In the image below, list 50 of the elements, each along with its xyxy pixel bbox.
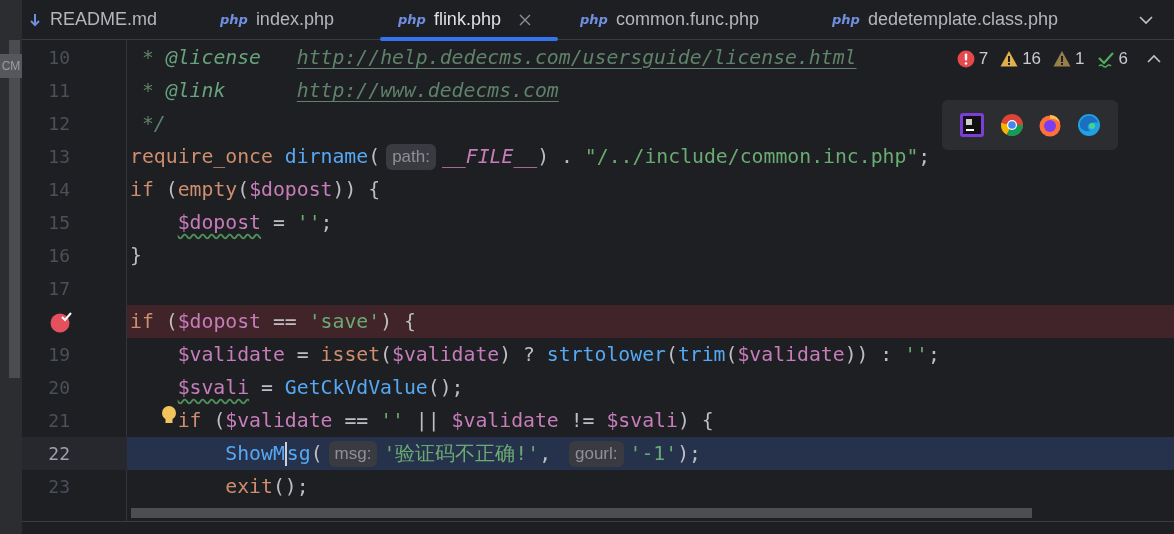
wave-browser-icon[interactable] xyxy=(1076,113,1101,137)
code-text: ShowM xyxy=(225,440,285,467)
code-text: '验证码不正确!', xyxy=(383,440,553,467)
editor-tab[interactable]: php common.func.php xyxy=(562,0,814,40)
code-text: require_once dirname( xyxy=(130,143,381,170)
php-file-icon: php xyxy=(220,9,248,30)
code-text: if ($dopost == 'save') { xyxy=(130,308,416,335)
chevron-up-icon[interactable] xyxy=(1146,53,1162,64)
editor-tab[interactable]: php flink.php xyxy=(380,0,562,40)
php-file-icon: php xyxy=(398,9,426,30)
warning-icon[interactable] xyxy=(1000,49,1019,68)
code-text: if ($validate == '' || $validate != $svali) { xyxy=(177,407,714,434)
code-text: '-1'); xyxy=(629,440,701,467)
code-text: * @link http://www.dedecms.com xyxy=(141,77,559,104)
inlay-hint: gourl: xyxy=(569,440,624,467)
line-number: 22 xyxy=(48,442,70,466)
inlay-hint: msg: xyxy=(328,440,378,467)
editor-tab[interactable]: php index.php xyxy=(202,0,380,40)
php-file-icon: php xyxy=(832,9,860,30)
code-text: */ xyxy=(141,110,166,137)
issue-count: 7 xyxy=(978,48,989,70)
code-text: if (empty($dopost)) { xyxy=(130,176,381,203)
ide-logo-icon[interactable] xyxy=(959,112,986,138)
code-text: $svali = GetCkVdValue(); xyxy=(177,374,464,401)
down-arrow-icon xyxy=(28,11,42,28)
error-icon[interactable] xyxy=(956,49,975,68)
weak-warning-icon[interactable] xyxy=(1053,49,1072,68)
browser-icon[interactable] xyxy=(999,113,1024,137)
issue-count: 1 xyxy=(1075,48,1085,70)
editor-tab[interactable]: php dedetemplate.class.php xyxy=(814,0,1094,40)
code-text: exit(); xyxy=(225,473,309,500)
code-text: __FILE__) . "/../include/common.inc.php"; xyxy=(441,143,931,170)
lightbulb-icon[interactable] xyxy=(160,405,177,426)
text-caret xyxy=(284,441,287,466)
code-text: sg( xyxy=(286,440,323,467)
panel-label: CM xyxy=(0,54,22,78)
horizontal-scrollbar[interactable] xyxy=(131,508,1032,518)
breakpoint-icon[interactable] xyxy=(50,310,72,333)
inlay-hint: path: xyxy=(386,143,436,170)
close-icon[interactable] xyxy=(518,13,531,26)
fox-browser-icon[interactable] xyxy=(1038,113,1063,137)
chevron-down-icon[interactable] xyxy=(1138,15,1154,25)
code-text: * @license http://help.dedecms.com/usersguide/license.html xyxy=(141,44,857,71)
code-text: } xyxy=(130,242,142,269)
php-file-icon: php xyxy=(580,9,608,30)
code-text: $validate = isset($validate) ? strtolower(trim($validate)) : ''; xyxy=(177,341,940,368)
editor-tab[interactable]: README.md xyxy=(22,0,202,40)
issue-count: 16 xyxy=(1022,48,1042,70)
code-text: $dopost = ''; xyxy=(177,209,333,236)
issue-count: 6 xyxy=(1118,48,1128,70)
